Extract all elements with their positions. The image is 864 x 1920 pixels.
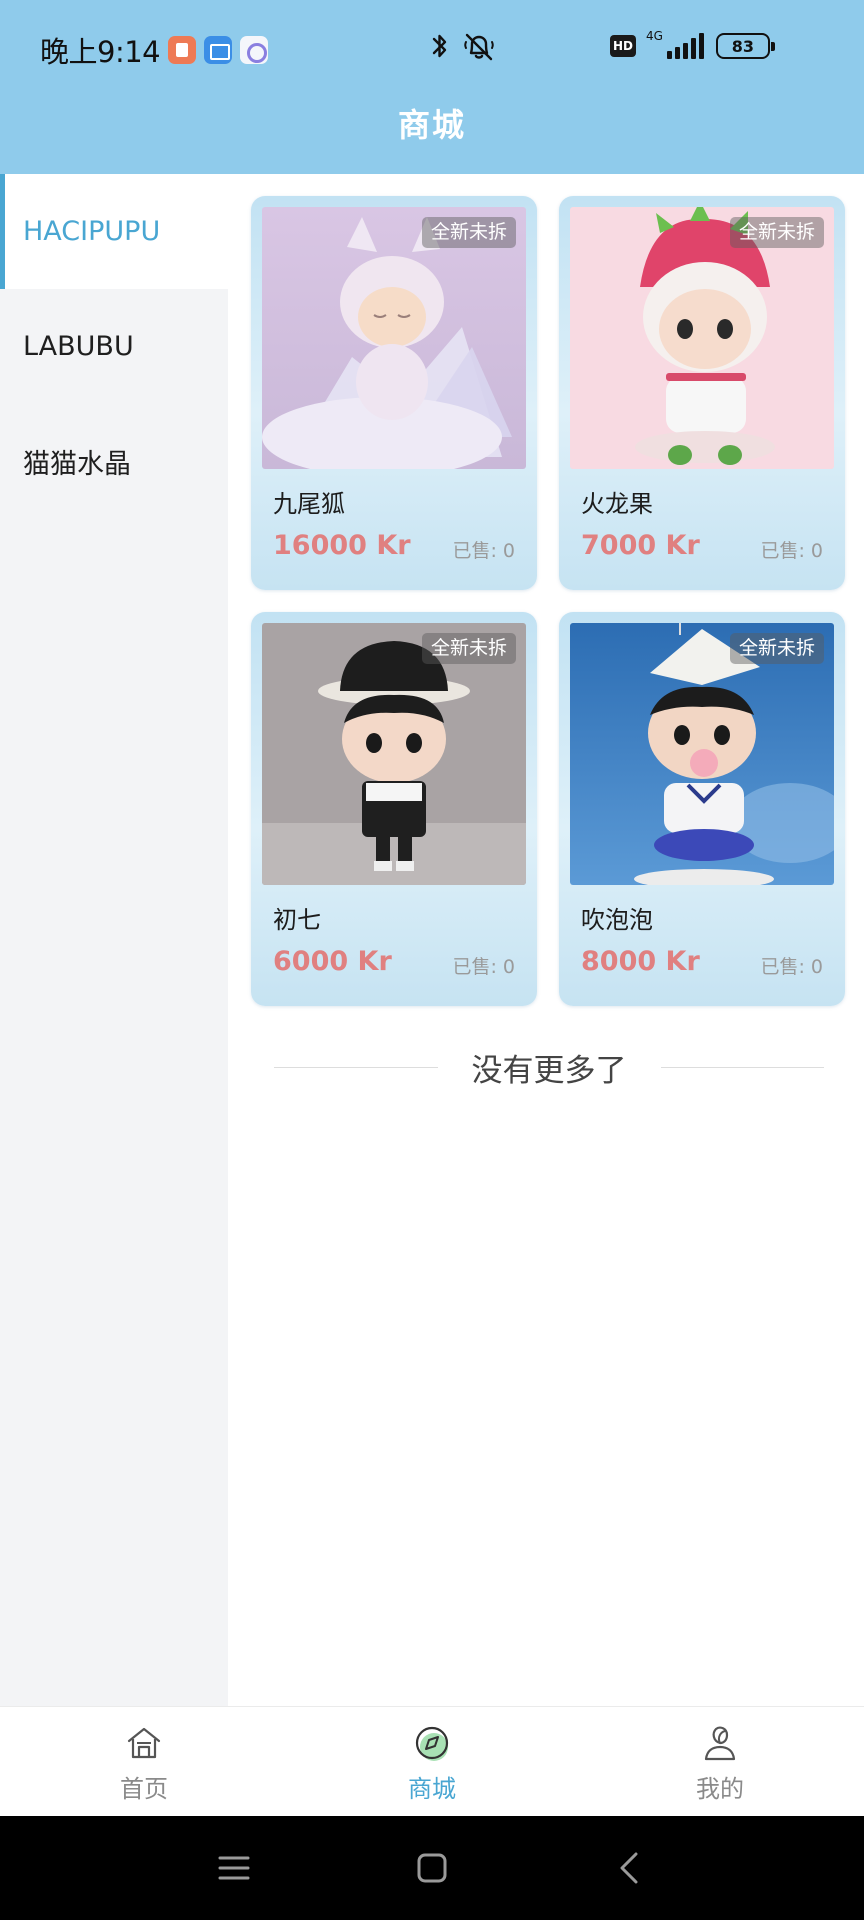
system-nav-bar <box>0 1816 864 1920</box>
bluetooth-icon <box>432 34 447 58</box>
rings-app-icon <box>240 36 269 64</box>
wallet-app-icon <box>204 36 233 64</box>
notification-icons <box>168 36 269 64</box>
product-image: 全新未拆 <box>570 623 834 885</box>
bottom-tab-bar: 首页 商城 我的 <box>0 1706 864 1816</box>
tab-profile[interactable]: 我的 <box>576 1707 864 1816</box>
back-icon[interactable] <box>612 1850 648 1886</box>
product-name: 九尾狐 <box>273 490 345 518</box>
sidebar-item-labubu[interactable]: LABUBU <box>0 289 228 404</box>
list-end-text: 没有更多了 <box>471 1052 627 1089</box>
sidebar-item-hacipupu[interactable]: HACIPUPU <box>0 174 228 289</box>
divider-line <box>660 1066 824 1068</box>
sold-count: 已售: 0 <box>452 540 515 562</box>
product-card[interactable]: 全新未拆 初七 6000 Kr 已售: 0 <box>251 612 537 1006</box>
product-card[interactable]: 全新未拆 吹泡泡 8000 Kr 已售: 0 <box>559 612 845 1006</box>
product-name: 火龙果 <box>581 490 653 518</box>
sidebar-item-label: HACIPUPU <box>23 216 161 247</box>
sidebar-item-label: LABUBU <box>23 331 134 362</box>
sold-count: 已售: 0 <box>452 956 515 978</box>
home-button-icon[interactable] <box>414 1850 450 1886</box>
product-image: 全新未拆 <box>570 207 834 469</box>
condition-badge: 全新未拆 <box>729 217 824 248</box>
battery-level: 83 <box>731 36 755 56</box>
tab-home[interactable]: 首页 <box>0 1707 288 1816</box>
product-card[interactable]: 全新未拆 火龙果 7000 Kr 已售: 0 <box>559 196 845 590</box>
sold-count: 已售: 0 <box>760 540 823 562</box>
product-name: 初七 <box>273 906 321 934</box>
app-header: 晚上9:14 HD 4G 83 商城 <box>0 0 864 174</box>
condition-badge: 全新未拆 <box>421 217 516 248</box>
status-time: 晚上9:14 <box>40 35 161 69</box>
status-bar: 晚上9:14 HD 4G 83 <box>0 0 864 100</box>
profile-icon <box>704 1726 736 1761</box>
home-icon <box>127 1727 161 1759</box>
divider-line <box>274 1066 438 1068</box>
product-card[interactable]: 全新未拆 九尾狐 16000 Kr 已售: 0 <box>251 196 537 590</box>
condition-badge: 全新未拆 <box>421 633 516 664</box>
clipboard-app-icon <box>168 36 197 64</box>
network-battery: HD 4G 83 <box>610 29 775 59</box>
product-price: 8000 Kr <box>581 946 700 977</box>
sidebar-item-label: 猫猫水晶 <box>23 449 131 480</box>
mute-bell-icon <box>464 33 494 61</box>
product-price: 16000 Kr <box>273 530 411 561</box>
menu-icon[interactable] <box>216 1850 252 1886</box>
tab-label: 商城 <box>408 1775 456 1803</box>
list-end-indicator: 没有更多了 <box>274 1042 824 1092</box>
battery-icon: 83 <box>715 33 775 59</box>
product-price: 6000 Kr <box>273 946 392 977</box>
page-title: 商城 <box>397 106 466 144</box>
product-image: 全新未拆 <box>262 623 526 885</box>
tab-mall[interactable]: 商城 <box>288 1707 576 1816</box>
product-name: 吹泡泡 <box>581 906 653 934</box>
sidebar-item-cat-crystal[interactable]: 猫猫水晶 <box>0 404 228 519</box>
status-indicators <box>430 30 496 64</box>
category-sidebar: HACIPUPU LABUBU 猫猫水晶 <box>0 174 228 1706</box>
compass-icon <box>415 1726 449 1761</box>
hd-badge: HD <box>610 35 636 57</box>
product-grid: 全新未拆 九尾狐 16000 Kr 已售: 0 全新未拆 火龙果 7000 Kr… <box>228 174 864 1706</box>
sold-count: 已售: 0 <box>760 956 823 978</box>
product-image: 全新未拆 <box>262 207 526 469</box>
condition-badge: 全新未拆 <box>729 633 824 664</box>
network-type: 4G <box>646 29 663 43</box>
signal-icon <box>666 33 704 59</box>
tab-label: 我的 <box>696 1775 744 1803</box>
product-price: 7000 Kr <box>581 530 700 561</box>
tab-label: 首页 <box>120 1775 168 1803</box>
